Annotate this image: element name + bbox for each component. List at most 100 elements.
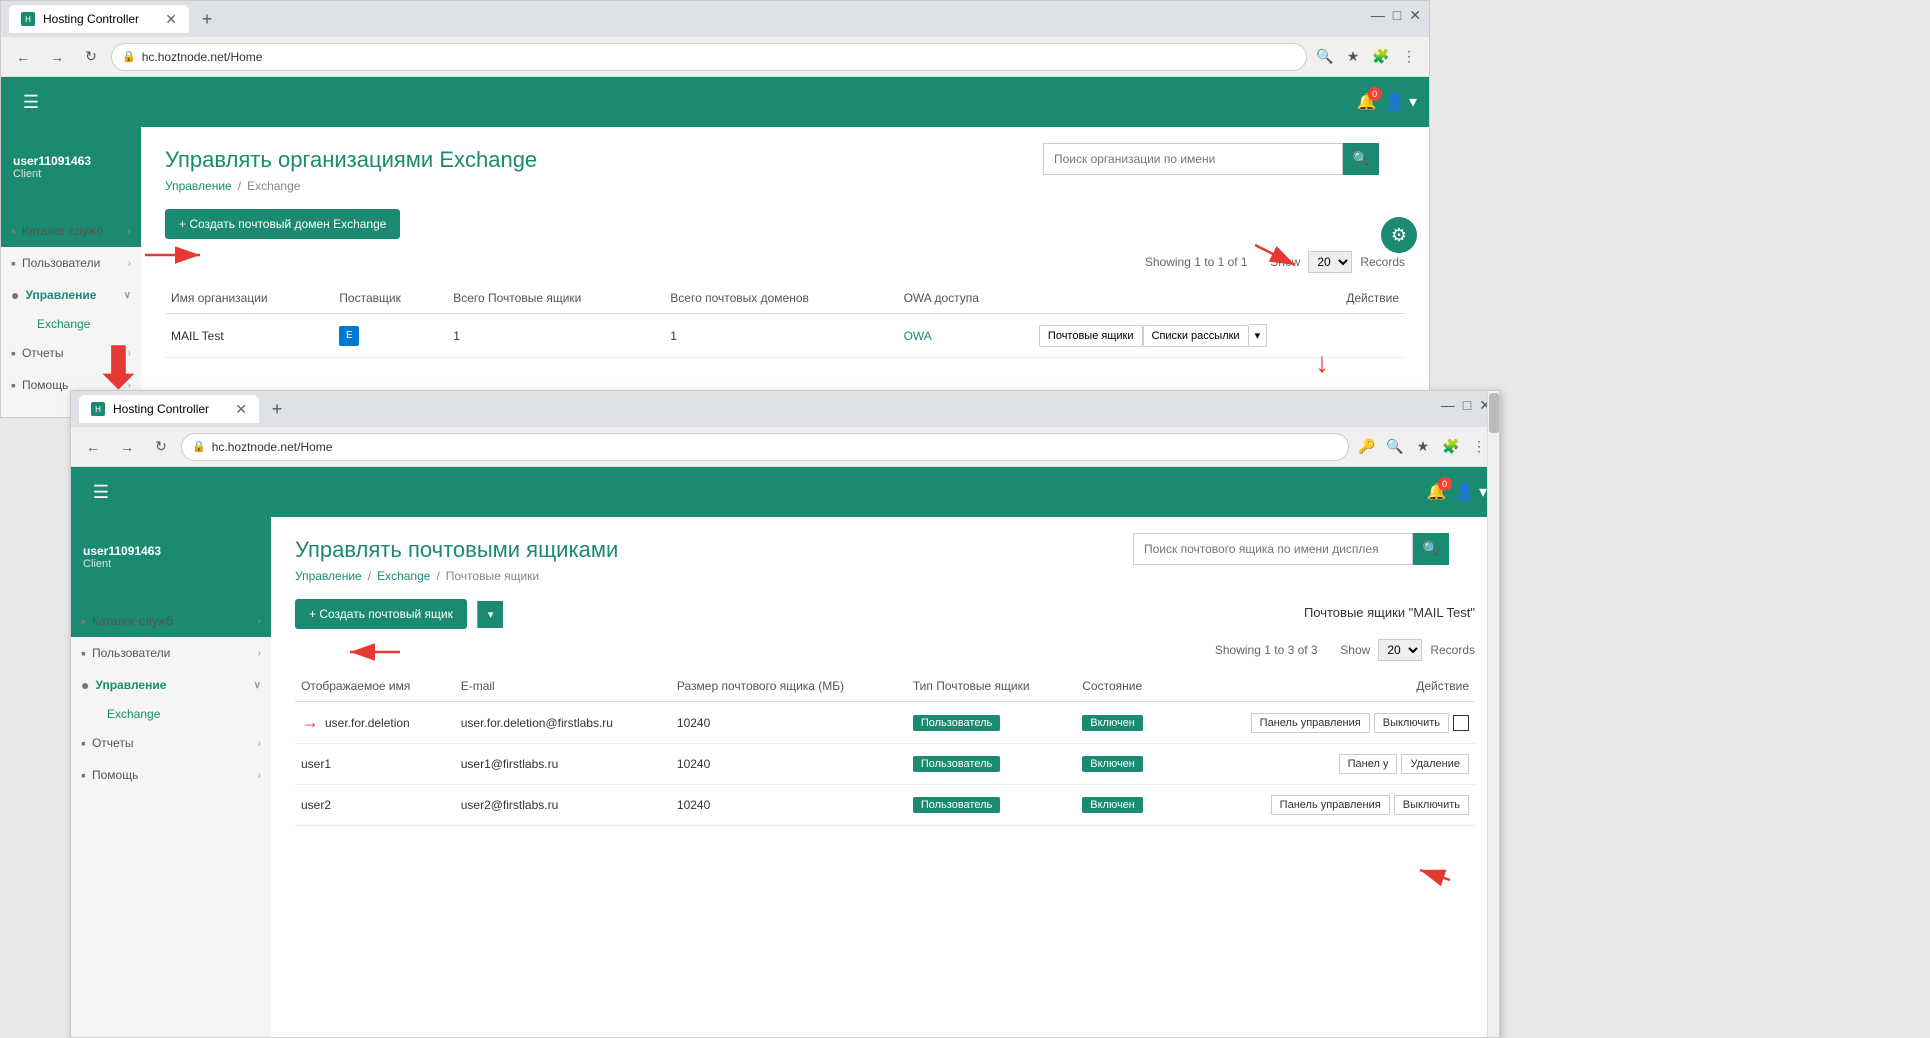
maximize-btn-1[interactable]: □	[1393, 7, 1401, 24]
create-mailbox-btn[interactable]: + Создать почтовый ящик	[295, 599, 467, 629]
user-menu-btn-2[interactable]: 👤 ▾	[1455, 482, 1487, 502]
reload-btn-2[interactable]: ↻	[147, 433, 175, 461]
breadcrumb-manage-2[interactable]: Управление	[295, 569, 362, 583]
sidebar-item-manage-1[interactable]: ● Управление ∨	[1, 279, 141, 311]
sidebar-item-users-2[interactable]: ▪ Пользователи ›	[71, 637, 271, 669]
topbar-right-1: 🔔 0 👤 ▾	[1357, 92, 1417, 112]
breadcrumb-sep2-2: /	[436, 569, 439, 583]
breadcrumb-manage-1[interactable]: Управление	[165, 179, 232, 193]
help-arrow-2: ›	[258, 770, 261, 781]
forward-btn-1[interactable]: →	[43, 43, 71, 71]
extension-icon[interactable]: 🧩	[1369, 45, 1393, 69]
dropdown-arrow-0[interactable]: ▾	[1249, 324, 1268, 347]
star-icon[interactable]: ★	[1341, 45, 1365, 69]
create-mailbox-dropdown[interactable]: ▾	[477, 601, 504, 628]
search-input-1[interactable]	[1043, 143, 1343, 175]
breadcrumb-mailboxes-2: Почтовые ящики	[446, 569, 539, 583]
sidebar-item-catalog-2[interactable]: ▪ Каталог служб ›	[71, 605, 271, 637]
th2-action: Действие	[1172, 671, 1475, 702]
tab-2[interactable]: H Hosting Controller ✕	[79, 395, 259, 423]
sidebar-sub-exchange-1[interactable]: Exchange	[27, 311, 141, 337]
cell-domains-0: 1	[664, 314, 897, 358]
search-btn-1[interactable]: 🔍	[1343, 143, 1379, 175]
search-container-2: 🔍	[1133, 533, 1449, 565]
scrollbar-2[interactable]	[1487, 517, 1499, 1037]
cell2-email-2: user2@firstlabs.ru	[455, 785, 671, 826]
catalog-icon-1: ▪	[11, 223, 16, 239]
extension-icon-2[interactable]: 🧩	[1439, 435, 1463, 459]
tab-1[interactable]: H Hosting Controller ✕	[9, 5, 189, 33]
mailing-btn-0[interactable]: Списки рассылки	[1143, 325, 1249, 347]
page-title-2: Управлять почтовыми ящиками	[295, 537, 618, 563]
bell-icon-1[interactable]: 🔔 0	[1357, 92, 1377, 112]
create-exchange-btn[interactable]: + Создать почтовый домен Exchange	[165, 209, 400, 239]
show-select-2[interactable]: 20 50	[1378, 639, 1422, 661]
bell-icon-2[interactable]: 🔔 0	[1427, 482, 1447, 502]
cell2-status-2: Включен	[1076, 785, 1172, 826]
show-select-1[interactable]: 20 50	[1308, 251, 1352, 273]
toolbar-1: + Создать почтовый домен Exchange	[165, 209, 1405, 239]
catalog-arrow-1: ›	[128, 226, 131, 237]
type-badge-2-0: Пользователь	[913, 715, 1000, 731]
breadcrumb-2: Управление / Exchange / Почтовые ящики	[295, 569, 1475, 583]
browser-window-1: H Hosting Controller ✕ + — □ ✕ ← → ↻ 🔒 h…	[0, 0, 1430, 418]
zoom-icon[interactable]: 🔍	[1313, 45, 1337, 69]
search-input-2[interactable]	[1133, 533, 1413, 565]
star-icon-2[interactable]: ★	[1411, 435, 1435, 459]
delete-btn-2-1[interactable]: Удаление	[1401, 754, 1469, 774]
show-label-2: Show	[1340, 643, 1370, 657]
owa-link-0[interactable]: OWA	[904, 329, 932, 343]
panel-btn-2-2[interactable]: Панель управления	[1271, 795, 1390, 815]
forward-btn-2[interactable]: →	[113, 433, 141, 461]
sidebar-item-users-1[interactable]: ▪ Пользователи ›	[1, 247, 141, 279]
sidebar-item-catalog-1[interactable]: ▪ Каталог служб ›	[1, 215, 141, 247]
sidebar-item-help-2[interactable]: ▪ Помощь ›	[71, 759, 271, 791]
hamburger-btn-1[interactable]: ☰	[13, 84, 49, 120]
search-container-1: 🔍	[1043, 143, 1379, 175]
zoom-icon-2[interactable]: 🔍	[1383, 435, 1407, 459]
minimize-btn-1[interactable]: —	[1371, 7, 1385, 24]
sidebar-sub-exchange-2[interactable]: Exchange	[97, 701, 271, 727]
disable-btn-2-2[interactable]: Выключить	[1394, 795, 1469, 815]
cell2-status-1: Включен	[1076, 744, 1172, 785]
reports-label-2: Отчеты	[92, 736, 133, 750]
maximize-btn-2[interactable]: □	[1463, 397, 1471, 414]
panel-btn-2-1[interactable]: Панел у	[1339, 754, 1398, 774]
sidebar-item-manage-2[interactable]: ● Управление ∨	[71, 669, 271, 701]
sidebar-username-2: user11091463	[83, 544, 259, 558]
window-controls-1: — □ ✕	[1371, 7, 1421, 24]
tab-close-2[interactable]: ✕	[235, 401, 247, 418]
tab-close-1[interactable]: ✕	[165, 11, 177, 28]
app-2: ☰ 🔔 0 👤 ▾ user11091463 Client ▪	[71, 467, 1499, 1037]
menu-icon[interactable]: ⋮	[1397, 45, 1421, 69]
status-badge-2-1: Включен	[1082, 756, 1143, 772]
breadcrumb-exchange-link-2[interactable]: Exchange	[377, 569, 430, 583]
user-menu-btn-1[interactable]: 👤 ▾	[1385, 92, 1417, 112]
help-label-2: Помощь	[92, 768, 138, 782]
users-arrow-2: ›	[258, 648, 261, 659]
data-table-2: Отображаемое имя E-mail Размер почтового…	[295, 671, 1475, 826]
back-btn-2[interactable]: ←	[79, 433, 107, 461]
sidebar-item-reports-2[interactable]: ▪ Отчеты ›	[71, 727, 271, 759]
disable-btn-2-0[interactable]: Выключить	[1374, 713, 1449, 733]
checkbox-2-0[interactable]	[1453, 715, 1469, 731]
search-btn-2[interactable]: 🔍	[1413, 533, 1449, 565]
table-head-2: Отображаемое имя E-mail Размер почтового…	[295, 671, 1475, 702]
tab-favicon-1: H	[21, 12, 35, 26]
settings-float-btn-1[interactable]: ⚙	[1381, 217, 1417, 253]
mailboxes-btn-0[interactable]: Почтовые ящики	[1039, 325, 1143, 347]
back-btn-1[interactable]: ←	[9, 43, 37, 71]
close-btn-1[interactable]: ✕	[1409, 7, 1421, 24]
tab-favicon-2: H	[91, 402, 105, 416]
panel-btn-2-0[interactable]: Панель управления	[1251, 713, 1370, 733]
address-bar-2[interactable]: 🔒 hc.hoztnode.net/Home	[181, 433, 1349, 461]
minimize-btn-2[interactable]: —	[1441, 397, 1455, 414]
cell-owa-0: OWA	[898, 314, 1033, 358]
reload-btn-1[interactable]: ↻	[77, 43, 105, 71]
hamburger-btn-2[interactable]: ☰	[83, 474, 119, 510]
breadcrumb-exchange-1: Exchange	[247, 179, 300, 193]
new-tab-btn-2[interactable]: +	[263, 395, 291, 423]
address-bar-1[interactable]: 🔒 hc.hoztnode.net/Home	[111, 43, 1307, 71]
catalog-label-1: Каталог служб	[22, 224, 103, 238]
new-tab-btn-1[interactable]: +	[193, 5, 221, 33]
